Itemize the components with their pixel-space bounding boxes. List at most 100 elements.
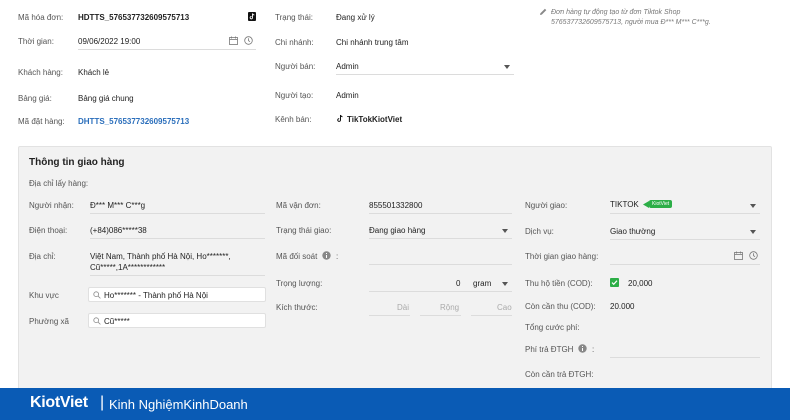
area-search-input[interactable]: Ho******* - Thành phố Hà Nội <box>88 287 266 302</box>
receiver-input[interactable]: Đ*** M*** C***g <box>90 201 145 210</box>
order-code-label: Mã đặt hàng: <box>18 117 65 126</box>
channel-label: Kênh bán: <box>275 115 312 124</box>
length-input[interactable]: Dài <box>397 303 409 312</box>
height-input[interactable]: Cao <box>497 303 512 312</box>
fee-dtgh-colon: : <box>592 345 595 354</box>
service-select[interactable]: Giao thường <box>610 227 655 236</box>
status-label: Trạng thái: <box>275 13 313 22</box>
address-underline <box>90 275 265 276</box>
delivery-status-label: Trạng thái giao: <box>276 226 332 235</box>
ward-search-input[interactable]: Cũ***** <box>88 313 266 328</box>
address-label: Địa chỉ: <box>29 252 56 261</box>
clock-icon[interactable] <box>244 36 253 45</box>
seller-chevron-down-icon[interactable] <box>504 65 510 69</box>
area-value: Ho******* - Thành phố Hà Nội <box>104 291 208 300</box>
seller-label: Người bán: <box>275 62 316 71</box>
phone-input[interactable]: (+84)086*****38 <box>90 226 147 235</box>
receiver-label: Người nhận: <box>29 201 74 210</box>
kiotviet-tag: KiotViet <box>649 200 673 208</box>
delivery-status-select[interactable]: Đang giao hàng <box>369 226 426 235</box>
invoice-code: HDTTS_576537732609575713 <box>78 13 190 22</box>
reconcile-label: Mã đối soát <box>276 252 318 261</box>
cod-remaining-value: 20.000 <box>610 302 635 311</box>
info-icon[interactable] <box>322 251 331 260</box>
order-note: Đơn hàng tự động tạo từ đơn Tiktok Shop … <box>551 9 711 26</box>
receiver-underline <box>90 213 265 214</box>
service-chevron-down-icon[interactable] <box>750 230 756 234</box>
delivery-title: Thông tin giao hàng <box>29 157 125 168</box>
calendar-icon[interactable] <box>734 251 743 260</box>
search-icon <box>93 317 101 325</box>
weight-unit-select[interactable]: gram <box>473 279 491 288</box>
price-list-value: Bảng giá chung <box>78 94 134 103</box>
phone-label: Điện thoại: <box>29 226 68 235</box>
creator-label: Người tạo: <box>275 91 314 100</box>
order-code-link[interactable]: DHTTS_576537732609575713 <box>78 117 189 126</box>
tiktok-icon <box>248 12 256 21</box>
delivery-status-underline <box>369 238 512 239</box>
fee-dtgh-label: Phí trả ĐTGH <box>525 345 574 354</box>
cod-remaining-label: Còn cần thu (COD): <box>525 302 596 311</box>
weight-underline <box>369 291 512 292</box>
delivery-status-chevron-down-icon[interactable] <box>502 229 508 233</box>
search-icon <box>93 291 101 299</box>
area-label: Khu vực <box>29 291 59 300</box>
tracking-underline <box>369 213 512 214</box>
channel-tiktok-icon <box>336 114 344 123</box>
time-value[interactable]: 09/06/2022 19:00 <box>78 37 140 46</box>
size-label: Kích thước: <box>276 303 318 312</box>
weight-input[interactable]: 0 <box>456 279 460 288</box>
clock-icon[interactable] <box>749 251 758 260</box>
phone-underline <box>90 238 265 239</box>
weight-unit-chevron-down-icon[interactable] <box>502 282 508 286</box>
customer-label: Khách hàng: <box>18 68 63 77</box>
width-input[interactable]: Rộng <box>440 303 459 312</box>
reconcile-colon: : <box>336 252 339 261</box>
ward-value: Cũ***** <box>104 317 130 326</box>
invoice-code-label: Mã hóa đơn: <box>18 13 64 22</box>
shipper-label: Người giao: <box>525 201 568 210</box>
customer-value: Khách lẻ <box>78 68 110 77</box>
shipper-underline <box>610 213 760 214</box>
address-line-2[interactable]: Cũ*****,1A************ <box>90 263 165 272</box>
address-line-1[interactable]: Việt Nam, Thành phố Hà Nội, Ho*******, <box>90 252 231 261</box>
width-underline <box>420 315 461 316</box>
shipper-select[interactable]: TIKTOK <box>610 200 639 209</box>
cod-label: Thu hộ tiền (COD): <box>525 279 593 288</box>
delivery-time-underline <box>610 264 760 265</box>
total-fee-label: Tổng cước phí: <box>525 323 580 332</box>
footer-tagline: Kinh NghiệmKinhDoanh <box>109 397 248 412</box>
branch-value: Chi nhánh trung tâm <box>336 38 409 47</box>
service-label: Dịch vụ: <box>525 227 554 236</box>
tracking-input[interactable]: 855501332800 <box>369 201 422 210</box>
weight-label: Trọng lượng: <box>276 279 323 288</box>
creator-value: Admin <box>336 91 359 100</box>
fee-dtgh-underline <box>610 357 760 358</box>
height-underline <box>471 315 512 316</box>
cod-value[interactable]: 20,000 <box>628 279 652 288</box>
footer-separator: | <box>100 394 105 411</box>
price-list-label: Bảng giá: <box>18 94 52 103</box>
cod-checkbox[interactable] <box>610 278 619 287</box>
channel-value: TikTokKiotViet <box>347 115 403 124</box>
tracking-label: Mã vận đơn: <box>276 201 321 210</box>
seller-underline <box>336 74 514 75</box>
calendar-icon[interactable] <box>229 36 238 45</box>
pickup-address-label: Địa chỉ lấy hàng: <box>29 179 89 188</box>
footer-banner: KiotViet | Kinh NghiệmKinhDoanh <box>0 388 790 420</box>
info-icon[interactable] <box>578 344 587 353</box>
reconcile-underline <box>369 264 512 265</box>
shipper-chevron-down-icon[interactable] <box>750 204 756 208</box>
service-underline <box>610 239 760 240</box>
kiotviet-logo: KiotViet <box>30 394 88 411</box>
status-value: Đang xử lý <box>336 13 375 22</box>
branch-label: Chi nhánh: <box>275 38 314 47</box>
remaining-dtgh-label: Còn cần trả ĐTGH: <box>525 370 594 379</box>
pencil-icon <box>539 8 547 16</box>
time-underline <box>78 49 256 50</box>
delivery-time-label: Thời gian giao hàng: <box>525 252 599 261</box>
ward-label: Phường xã <box>29 317 69 326</box>
length-underline <box>369 315 410 316</box>
seller-select[interactable]: Admin <box>336 62 359 71</box>
time-label: Thời gian: <box>18 37 54 46</box>
